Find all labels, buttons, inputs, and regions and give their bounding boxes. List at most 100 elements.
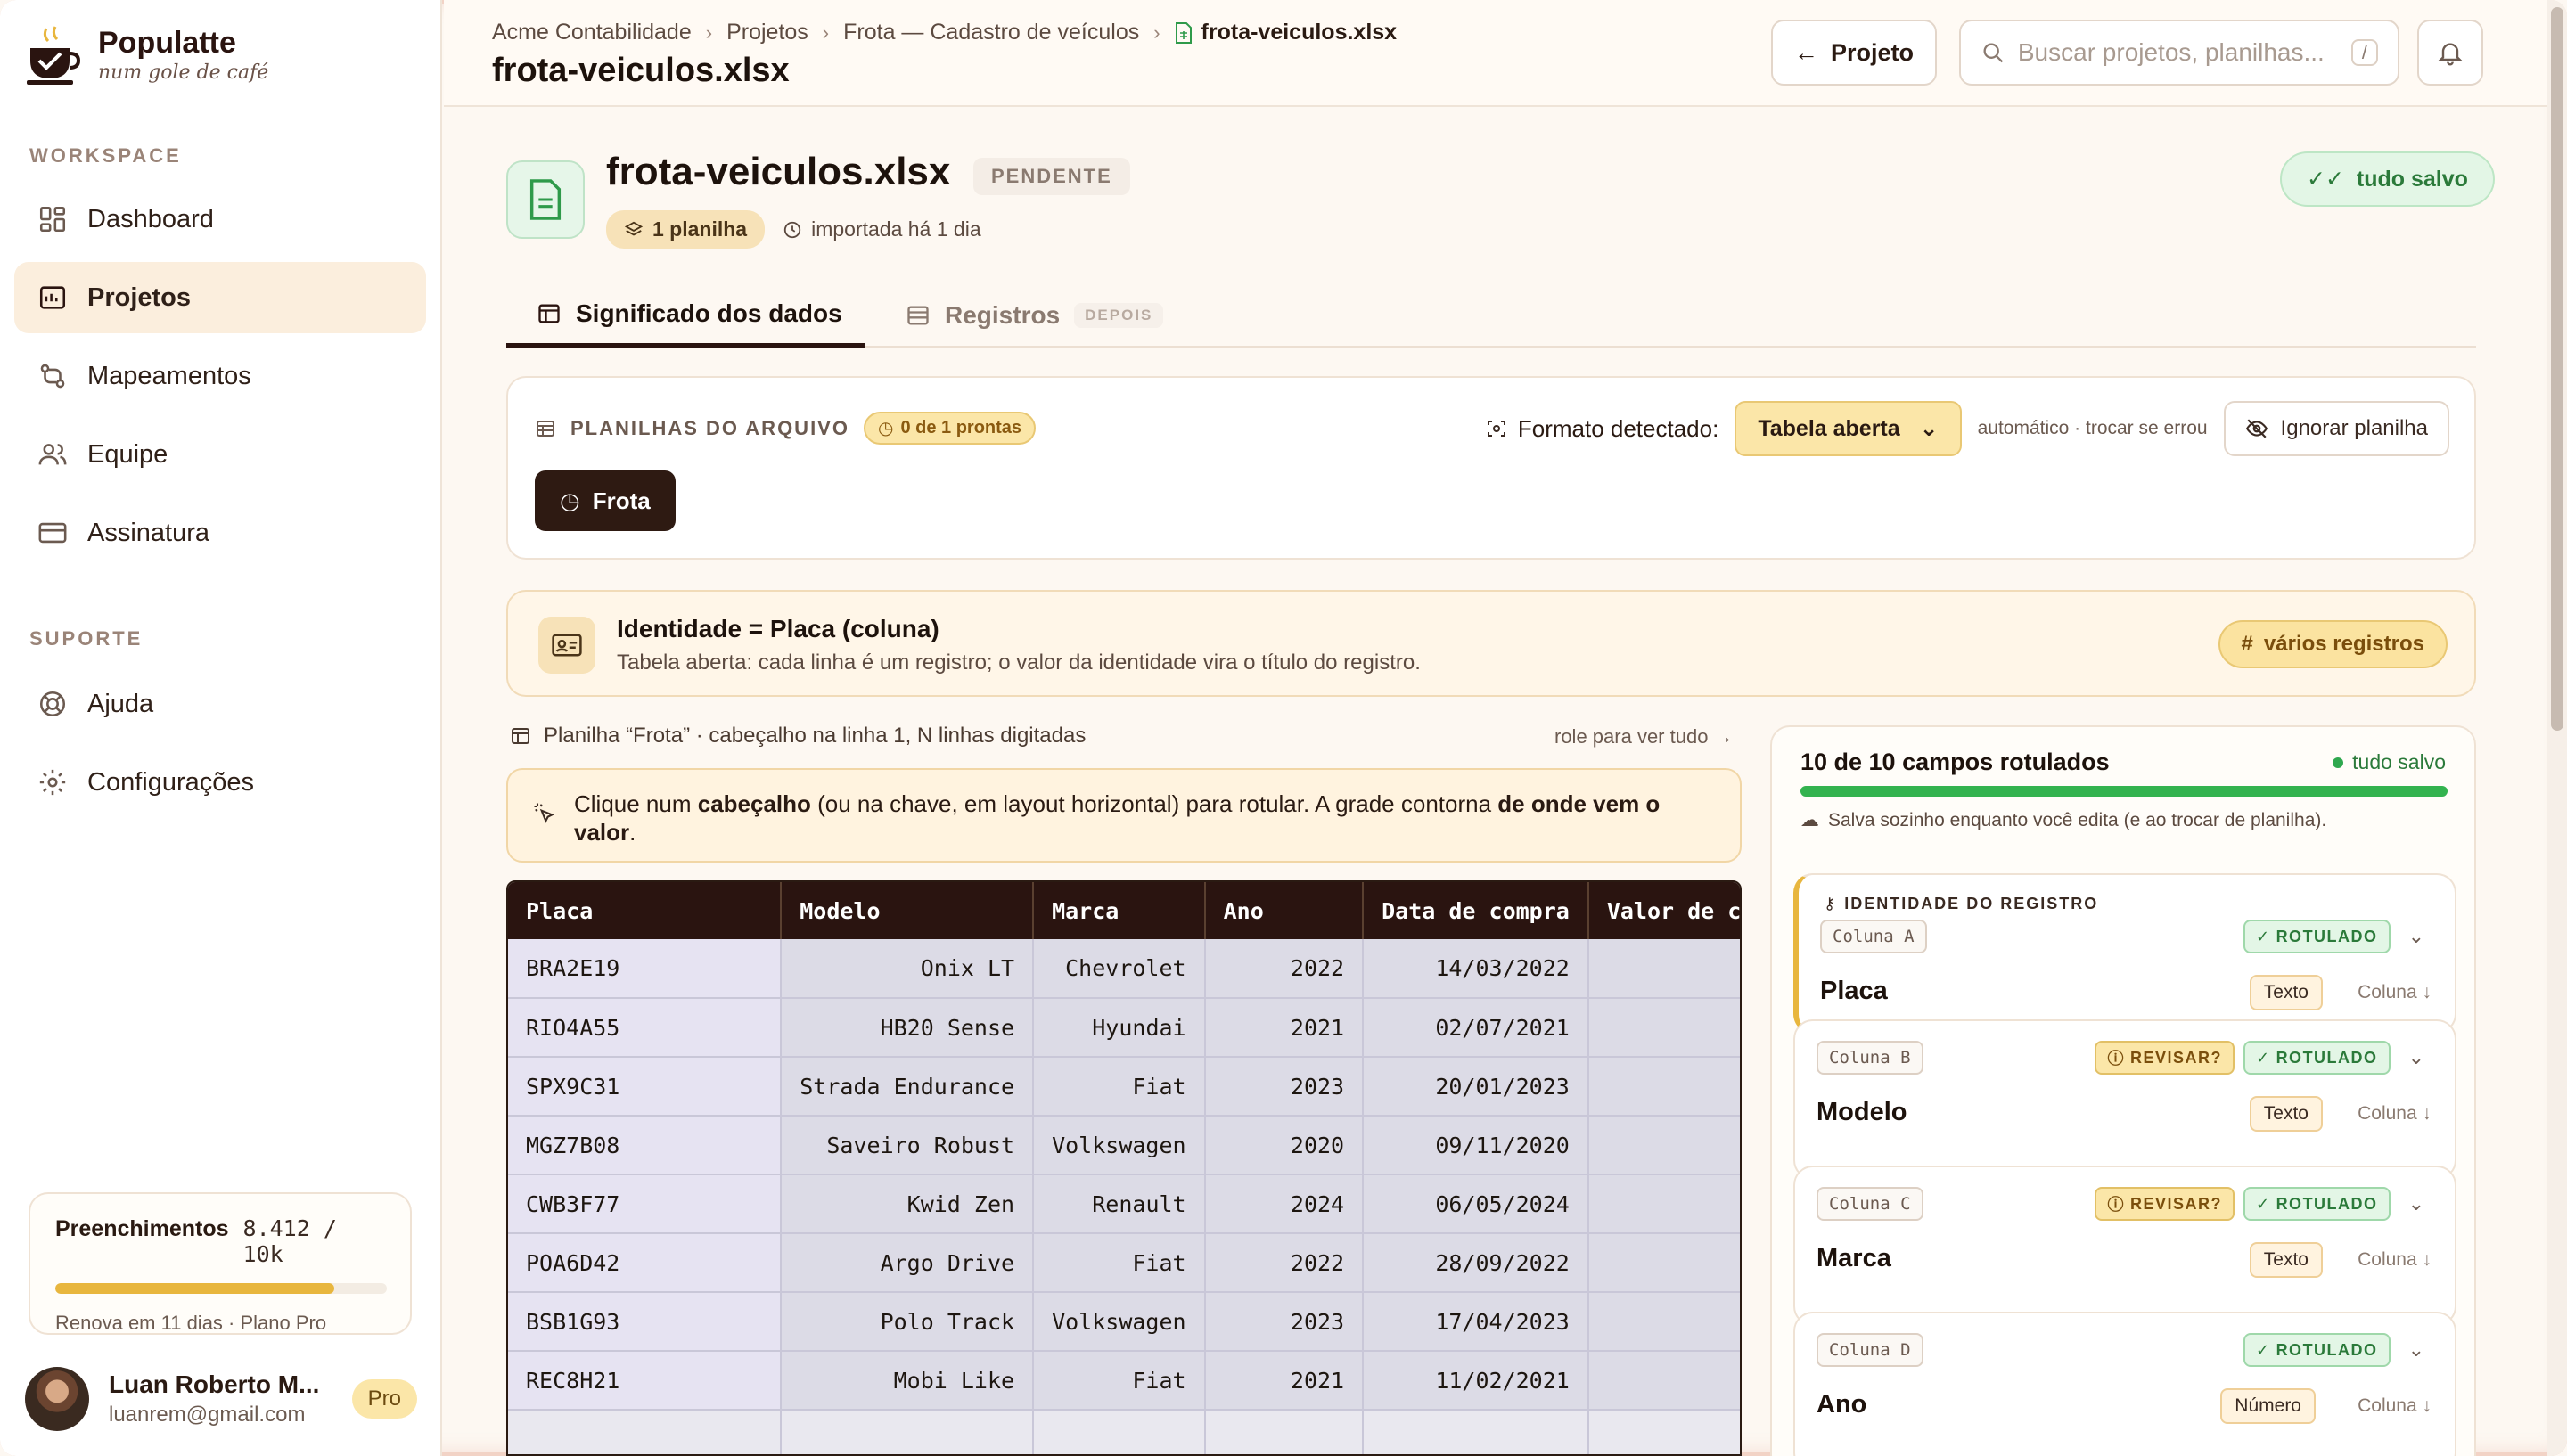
table-cell[interactable]: 728 xyxy=(1587,1174,1740,1234)
table-cell[interactable]: Hyundai xyxy=(1033,998,1206,1058)
table-cell[interactable]: 17/04/2023 xyxy=(1363,1292,1589,1352)
sheets-card: PLANILHAS DO ARQUIVO ◷ 0 de 1 prontas Fo… xyxy=(506,376,2476,560)
table-cell[interactable]: Renault xyxy=(1033,1174,1206,1234)
table-cell[interactable]: 11/02/2021 xyxy=(1363,1351,1589,1411)
column-header-marca[interactable]: Marca xyxy=(1033,882,1206,939)
column-header-placa[interactable]: Placa xyxy=(508,882,783,939)
sidebar-item-ajuda[interactable]: Ajuda xyxy=(14,668,426,740)
column-header-modelo[interactable]: Modelo xyxy=(781,882,1035,939)
ignore-sheet-button[interactable]: Ignorar planilha xyxy=(2223,401,2449,456)
table-cell[interactable]: 5 xyxy=(1587,1351,1740,1411)
table-cell[interactable]: 10 xyxy=(1587,1057,1740,1117)
field-type-chip[interactable]: Texto xyxy=(2249,1242,2323,1278)
table-cell[interactable]: RIO4A55 xyxy=(508,998,783,1058)
column-header-data-compra[interactable]: Data de compra xyxy=(1363,882,1589,939)
field-type-chip[interactable]: Texto xyxy=(2249,975,2323,1010)
tab-significado[interactable]: Significado dos dados xyxy=(506,283,865,348)
table-cell[interactable]: Volkswagen xyxy=(1033,1116,1206,1175)
table-cell[interactable]: SPX9C31 xyxy=(508,1057,783,1117)
table-cell[interactable]: Fiat xyxy=(1033,1351,1206,1411)
sidebar-item-equipe[interactable]: Equipe xyxy=(14,419,426,490)
table-cell[interactable]: 2023 xyxy=(1204,1292,1365,1352)
table-cell[interactable]: Strada Endurance xyxy=(781,1057,1035,1117)
table-cell[interactable]: 20/01/2023 xyxy=(1363,1057,1589,1117)
format-select[interactable]: Tabela aberta ⌄ xyxy=(1735,401,1962,456)
breadcrumb-item[interactable]: Projetos xyxy=(726,20,808,45)
table-cell[interactable]: Volkswagen xyxy=(1033,1292,1206,1352)
review-badge[interactable]: ⓘ REVISAR? xyxy=(2095,1041,2235,1075)
table-cell[interactable]: 06/05/2024 xyxy=(1363,1174,1589,1234)
table-cell[interactable]: 2021 xyxy=(1204,1351,1365,1411)
table-cell[interactable]: Saveiro Robust xyxy=(781,1116,1035,1175)
table-cell[interactable]: Fiat xyxy=(1033,1057,1206,1117)
field-card-marca[interactable]: Coluna C ⓘ REVISAR? ✓ ROTULADO ⌄ Marca Texto Col… xyxy=(1793,1166,2456,1326)
table-cell[interactable]: MGZ7B08 xyxy=(508,1116,783,1175)
table-cell[interactable]: 14/03/2022 xyxy=(1363,939,1589,999)
quota-card[interactable]: Preenchimentos 8.412 / 10k Renova em 11 … xyxy=(29,1192,412,1335)
field-type-chip[interactable]: Texto xyxy=(2249,1096,2323,1132)
table-cell[interactable]: POA6D42 xyxy=(508,1233,783,1293)
sheet-tab-frota[interactable]: ◷ Frota xyxy=(535,470,676,531)
table-cell[interactable]: Argo Drive xyxy=(781,1233,1035,1293)
table-cell[interactable]: 2024 xyxy=(1204,1174,1365,1234)
table-cell[interactable]: BSB1G93 xyxy=(508,1292,783,1352)
chevron-down-icon[interactable]: ⌄ xyxy=(2408,925,2424,948)
table-cell[interactable]: 2023 xyxy=(1204,1057,1365,1117)
chevron-down-icon[interactable]: ⌄ xyxy=(2408,1338,2424,1362)
table-cell[interactable]: 28/09/2022 xyxy=(1363,1233,1589,1293)
table-cell[interactable]: 02/07/2021 xyxy=(1363,998,1589,1058)
field-card-placa[interactable]: ⚷ IDENTIDADE DO REGISTRO Coluna A ✓ ROTULADO… xyxy=(1793,873,2456,1034)
sidebar-item-mapeamentos[interactable]: Mapeamentos xyxy=(14,340,426,412)
review-badge[interactable]: ⓘ REVISAR? xyxy=(2095,1187,2235,1221)
back-button-label: Projeto xyxy=(1830,38,1914,66)
table-cell[interactable]: 2020 xyxy=(1204,1116,1365,1175)
field-type-chip[interactable]: Número xyxy=(2220,1388,2316,1424)
back-to-project-button[interactable]: ← Projeto xyxy=(1771,20,1937,86)
table-cell[interactable]: HB20 Sense xyxy=(781,998,1035,1058)
table-cell[interactable]: Polo Track xyxy=(781,1292,1035,1352)
table-cell[interactable]: 6 xyxy=(1587,1116,1740,1175)
table-cell[interactable]: 7 xyxy=(1587,1233,1740,1293)
search-input[interactable] xyxy=(2017,38,2339,67)
multiple-records-chip[interactable]: # vários registros xyxy=(2218,620,2448,668)
table-cell[interactable]: 2022 xyxy=(1204,1233,1365,1293)
chevron-down-icon[interactable]: ⌄ xyxy=(2408,1046,2424,1069)
table-cell[interactable]: CWB3F77 xyxy=(508,1174,783,1234)
table-cell[interactable]: BRA2E19 xyxy=(508,939,783,999)
table-cell[interactable]: 8 xyxy=(1587,1292,1740,1352)
page-scrollbar[interactable] xyxy=(2547,0,2567,1456)
status-badge: PENDENTE xyxy=(973,158,1130,195)
field-card-ano[interactable]: Coluna D ✓ ROTULADO ⌄ Ano Número Coluna ↓ xyxy=(1793,1312,2456,1456)
table-cell[interactable]: Mobi Like xyxy=(781,1351,1035,1411)
table-cell[interactable]: Onix LT xyxy=(781,939,1035,999)
format-row: Formato detectado: Tabela aberta ⌄ autom… xyxy=(1486,401,2449,456)
search-box[interactable]: / xyxy=(1959,20,2399,86)
table-cell[interactable]: Chevrolet xyxy=(1033,939,1206,999)
table-cell[interactable]: Kwid Zen xyxy=(781,1174,1035,1234)
table-cell[interactable]: 09/11/2020 xyxy=(1363,1116,1589,1175)
field-card-modelo[interactable]: Coluna B ⓘ REVISAR? ✓ ROTULADO ⌄ Modelo Texto Co… xyxy=(1793,1019,2456,1180)
user-profile[interactable]: Luan Roberto M... luanrem@gmail.com Pro xyxy=(25,1367,417,1431)
table-row: BSB1G93 Polo Track Volkswagen 2023 17/04/202… xyxy=(508,1292,1740,1352)
scrollbar-thumb[interactable] xyxy=(2551,7,2563,731)
sidebar-item-configuracoes[interactable]: Configurações xyxy=(14,747,426,818)
breadcrumb-item[interactable]: Acme Contabilidade xyxy=(492,20,692,45)
table-cell[interactable]: 7 xyxy=(1587,939,1740,999)
table-cell[interactable]: 694 xyxy=(1587,998,1740,1058)
table-cell[interactable]: 2021 xyxy=(1204,998,1365,1058)
sidebar-item-dashboard[interactable]: Dashboard xyxy=(14,184,426,255)
chevron-down-icon[interactable]: ⌄ xyxy=(2408,1192,2424,1215)
tab-registros[interactable]: Registros DEPOIS xyxy=(906,283,1164,348)
column-header-ano[interactable]: Ano xyxy=(1204,882,1365,939)
scroll-hint[interactable]: role para ver tudo → xyxy=(1554,725,1734,748)
sidebar-item-label: Configurações xyxy=(87,767,254,797)
table-cell[interactable]: 2022 xyxy=(1204,939,1365,999)
sidebar-item-projetos[interactable]: Projetos xyxy=(14,262,426,333)
table-cell[interactable]: REC8H21 xyxy=(508,1351,783,1411)
sidebar-item-assinatura[interactable]: Assinatura xyxy=(14,497,426,568)
breadcrumb-item[interactable]: Frota — Cadastro de veículos xyxy=(843,20,1139,45)
notifications-button[interactable] xyxy=(2417,20,2483,86)
column-header-valor[interactable]: Valor de co xyxy=(1587,882,1740,939)
table-cell[interactable]: Fiat xyxy=(1033,1233,1206,1293)
brand[interactable]: Populatte num gole de café xyxy=(27,25,268,87)
